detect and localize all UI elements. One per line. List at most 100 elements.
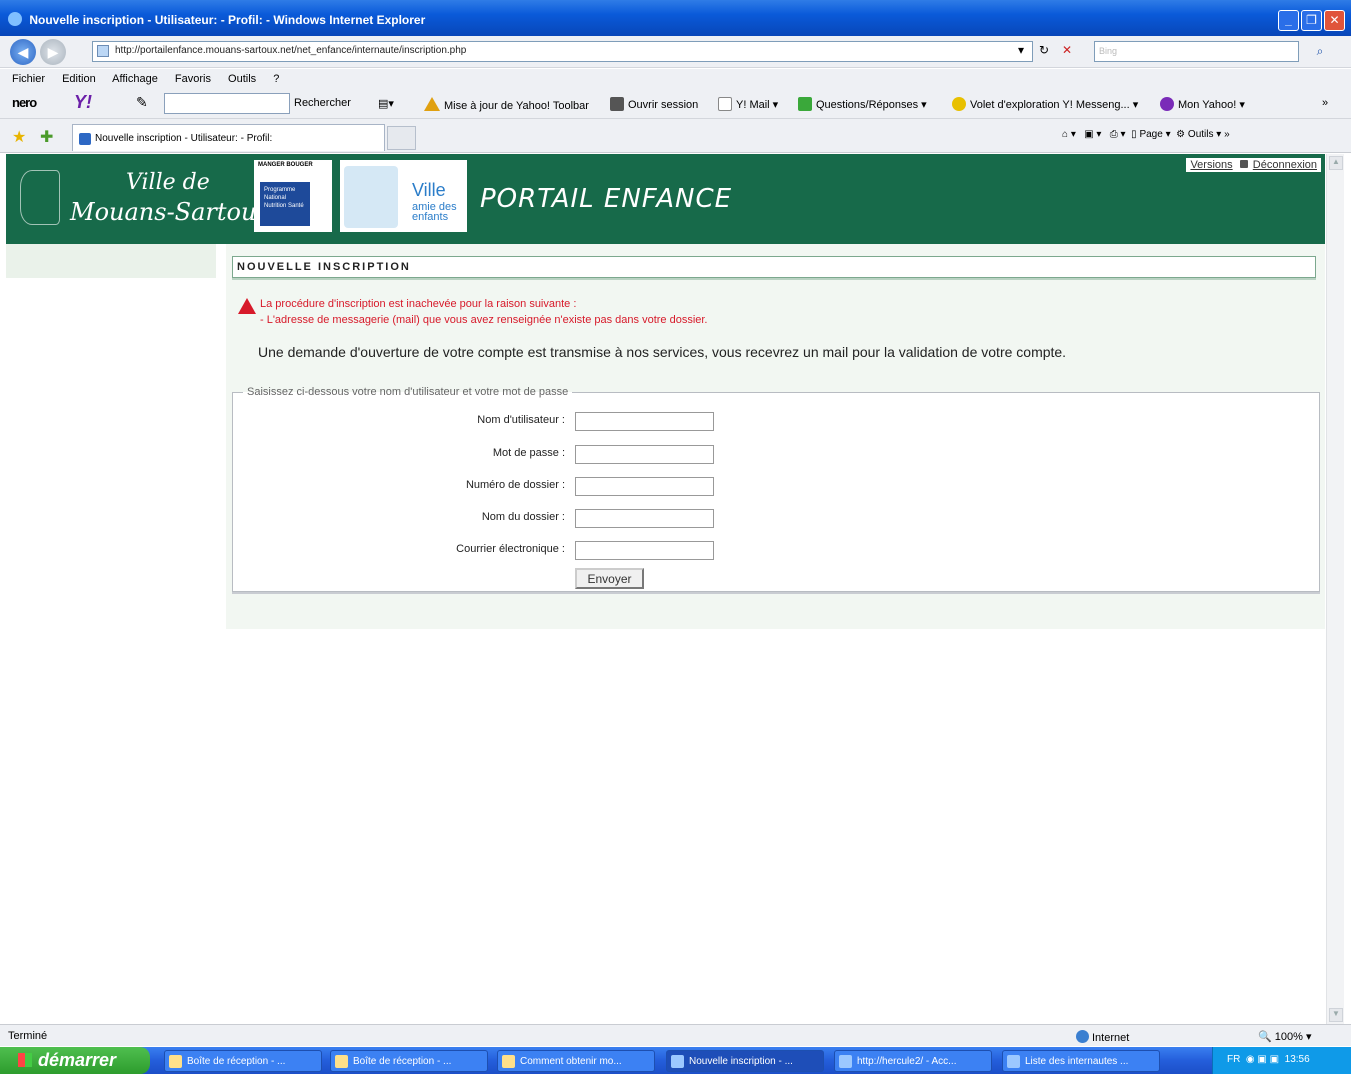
nero-logo[interactable]: nero bbox=[12, 95, 37, 110]
menu-favoris[interactable]: Favoris bbox=[175, 73, 211, 85]
taskbar-item-label: Liste des internautes ... bbox=[1025, 1056, 1129, 1067]
rechercher-button[interactable]: Rechercher bbox=[294, 97, 351, 109]
info-message: Une demande d'ouverture de votre compte … bbox=[258, 344, 1067, 360]
pencil-icon[interactable]: ✎ bbox=[136, 94, 148, 111]
taskbar-item-active[interactable]: Nouvelle inscription - ... bbox=[666, 1050, 824, 1072]
favorites-star-icon[interactable]: ★ bbox=[12, 127, 26, 147]
login-fieldset: Saisissez ci-dessous votre nom d'utilisa… bbox=[232, 386, 1320, 592]
more-chevron-icon[interactable]: » bbox=[1322, 97, 1328, 109]
menu-outils[interactable]: Outils bbox=[228, 73, 256, 85]
tab-favicon bbox=[79, 133, 91, 145]
yahoo-logo[interactable]: Y! bbox=[74, 92, 92, 113]
menu-edition[interactable]: Edition bbox=[62, 73, 96, 85]
close-button[interactable]: ✕ bbox=[1324, 10, 1345, 31]
security-zone: Internet bbox=[1076, 1030, 1129, 1044]
taskbar-item-label: http://hercule2/ - Acc... bbox=[857, 1056, 957, 1067]
field-row-file-number: Numéro de dossier : bbox=[233, 477, 1321, 499]
clock: 13:56 bbox=[1284, 1054, 1310, 1065]
file-number-input[interactable] bbox=[575, 477, 714, 496]
messenger-button[interactable]: Volet d'exploration Y! Messeng... ▾ bbox=[952, 97, 1138, 111]
dropdown-icon[interactable]: ▾ bbox=[1012, 43, 1030, 61]
language-indicator[interactable]: FR bbox=[1227, 1054, 1240, 1065]
menu-bar: Fichier Edition Affichage Favoris Outils… bbox=[0, 69, 1351, 89]
field-row-email: Courrier électronique : bbox=[233, 541, 1321, 563]
versions-link[interactable]: Versions bbox=[1190, 159, 1232, 171]
zoom-level: 100% bbox=[1274, 1031, 1303, 1043]
refresh-icon[interactable]: ↻ bbox=[1035, 43, 1053, 61]
forward-button[interactable]: ▶ bbox=[40, 39, 66, 65]
taskbar-item[interactable]: Boîte de réception - ... bbox=[330, 1050, 488, 1072]
ie-icon bbox=[671, 1055, 684, 1068]
feeds-icon[interactable]: ▣ ▾ bbox=[1084, 129, 1101, 140]
url-text: http://portailenfance.mouans-sartoux.net… bbox=[115, 45, 467, 56]
logo-line1: Ville de bbox=[126, 170, 210, 195]
section-title: NOUVELLE INSCRIPTION bbox=[232, 256, 1316, 278]
site-banner: Ville de Mouans-Sartoux MANGER BOUGER Pr… bbox=[6, 154, 1325, 244]
ville-logo-text: Ville bbox=[412, 180, 446, 200]
home-icon[interactable]: ⌂ ▾ bbox=[1062, 129, 1076, 140]
menu-help[interactable]: ? bbox=[273, 73, 279, 85]
file-number-label: Numéro de dossier : bbox=[465, 479, 565, 491]
taskbar-item[interactable]: Boîte de réception - ... bbox=[164, 1050, 322, 1072]
tab-active[interactable]: Nouvelle inscription - Utilisateur: - Pr… bbox=[72, 124, 385, 151]
mail-button[interactable]: Y! Mail ▾ bbox=[718, 97, 778, 111]
more-chevron-icon-2[interactable]: » bbox=[1224, 129, 1230, 140]
scroll-down-icon[interactable]: ▼ bbox=[1329, 1008, 1343, 1022]
scroll-up-icon[interactable]: ▲ bbox=[1329, 156, 1343, 170]
page-menu-label: Page bbox=[1139, 129, 1163, 140]
ie-icon bbox=[839, 1055, 852, 1068]
my-yahoo-button[interactable]: Mon Yahoo! ▾ bbox=[1160, 97, 1245, 111]
page-menu[interactable]: ▯ Page ▾ bbox=[1131, 129, 1170, 140]
taskbar-item[interactable]: Comment obtenir mo... bbox=[497, 1050, 655, 1072]
open-session-button[interactable]: Ouvrir session bbox=[610, 97, 698, 111]
new-tab-button[interactable] bbox=[387, 126, 416, 150]
start-button[interactable]: démarrer bbox=[0, 1047, 150, 1074]
start-label: démarrer bbox=[38, 1050, 117, 1070]
ville-mark-icon bbox=[20, 170, 60, 225]
pnns-box: Programme National Nutrition Santé bbox=[260, 182, 310, 226]
vertical-scrollbar[interactable]: ▲ ▼ bbox=[1326, 154, 1344, 1024]
tools-menu-label: Outils bbox=[1187, 129, 1214, 140]
file-name-input[interactable] bbox=[575, 509, 714, 528]
field-row-file-name: Nom du dossier : bbox=[233, 509, 1321, 531]
document-icon bbox=[502, 1055, 515, 1068]
taskbar-item[interactable]: http://hercule2/ - Acc... bbox=[834, 1050, 992, 1072]
add-favorite-icon[interactable]: ✚ bbox=[40, 127, 53, 147]
tray-icons[interactable]: ◉ ▣ ▣ bbox=[1246, 1054, 1279, 1065]
print-icon[interactable]: ⎙ ▾ bbox=[1110, 129, 1126, 140]
status-text: Terminé bbox=[8, 1030, 48, 1042]
email-input[interactable] bbox=[575, 541, 714, 560]
options-icon[interactable]: ▤▾ bbox=[378, 97, 394, 110]
submit-button[interactable]: Envoyer bbox=[575, 568, 644, 589]
window-titlebar: Nouvelle inscription - Utilisateur: - Pr… bbox=[0, 0, 1351, 36]
qa-button[interactable]: Questions/Réponses ▾ bbox=[798, 97, 927, 111]
address-bar[interactable]: http://portailenfance.mouans-sartoux.net… bbox=[92, 41, 1033, 62]
fieldset-legend: Saisissez ci-dessous votre nom d'utilisa… bbox=[247, 386, 569, 398]
messenger-icon bbox=[952, 97, 966, 111]
command-bar: ⌂ ▾ ▣ ▾ ⎙ ▾ ▯ Page ▾ ⚙ Outils ▾ » bbox=[1062, 129, 1230, 140]
username-input[interactable] bbox=[575, 412, 714, 431]
update-toolbar-button[interactable]: Mise à jour de Yahoo! Toolbar bbox=[424, 97, 589, 112]
back-button[interactable]: ◀ bbox=[10, 39, 36, 65]
search-icon[interactable]: ⌕ bbox=[1302, 41, 1338, 62]
error-line1: La procédure d'inscription est inachevée… bbox=[260, 298, 577, 310]
children-illustration bbox=[344, 166, 398, 228]
ville-logo-subtext: amie des enfants bbox=[412, 202, 457, 223]
zoom-control[interactable]: 🔍 100% ▾ bbox=[1258, 1030, 1311, 1043]
minimize-button[interactable]: _ bbox=[1278, 10, 1299, 31]
address-toolbar: ◀ ▶ http://portailenfance.mouans-sartoux… bbox=[0, 36, 1351, 68]
messenger-label: Volet d'exploration Y! Messeng... bbox=[970, 99, 1130, 111]
maximize-button[interactable]: ❐ bbox=[1301, 10, 1322, 31]
taskbar-item[interactable]: Liste des internautes ... bbox=[1002, 1050, 1160, 1072]
password-input[interactable] bbox=[575, 445, 714, 464]
portal-title: PORTAIL ENFANCE bbox=[480, 184, 733, 214]
logout-link[interactable]: Déconnexion bbox=[1253, 159, 1317, 171]
qa-label: Questions/Réponses bbox=[816, 99, 919, 111]
search-input[interactable]: Bing bbox=[1094, 41, 1299, 62]
tools-menu[interactable]: ⚙ Outils ▾ bbox=[1176, 129, 1221, 140]
toolbar-search-input[interactable] bbox=[164, 93, 290, 114]
menu-affichage[interactable]: Affichage bbox=[112, 73, 158, 85]
taskbar-item-label: Nouvelle inscription - ... bbox=[689, 1056, 793, 1067]
stop-icon[interactable]: ✕ bbox=[1058, 43, 1076, 61]
menu-fichier[interactable]: Fichier bbox=[12, 73, 45, 85]
